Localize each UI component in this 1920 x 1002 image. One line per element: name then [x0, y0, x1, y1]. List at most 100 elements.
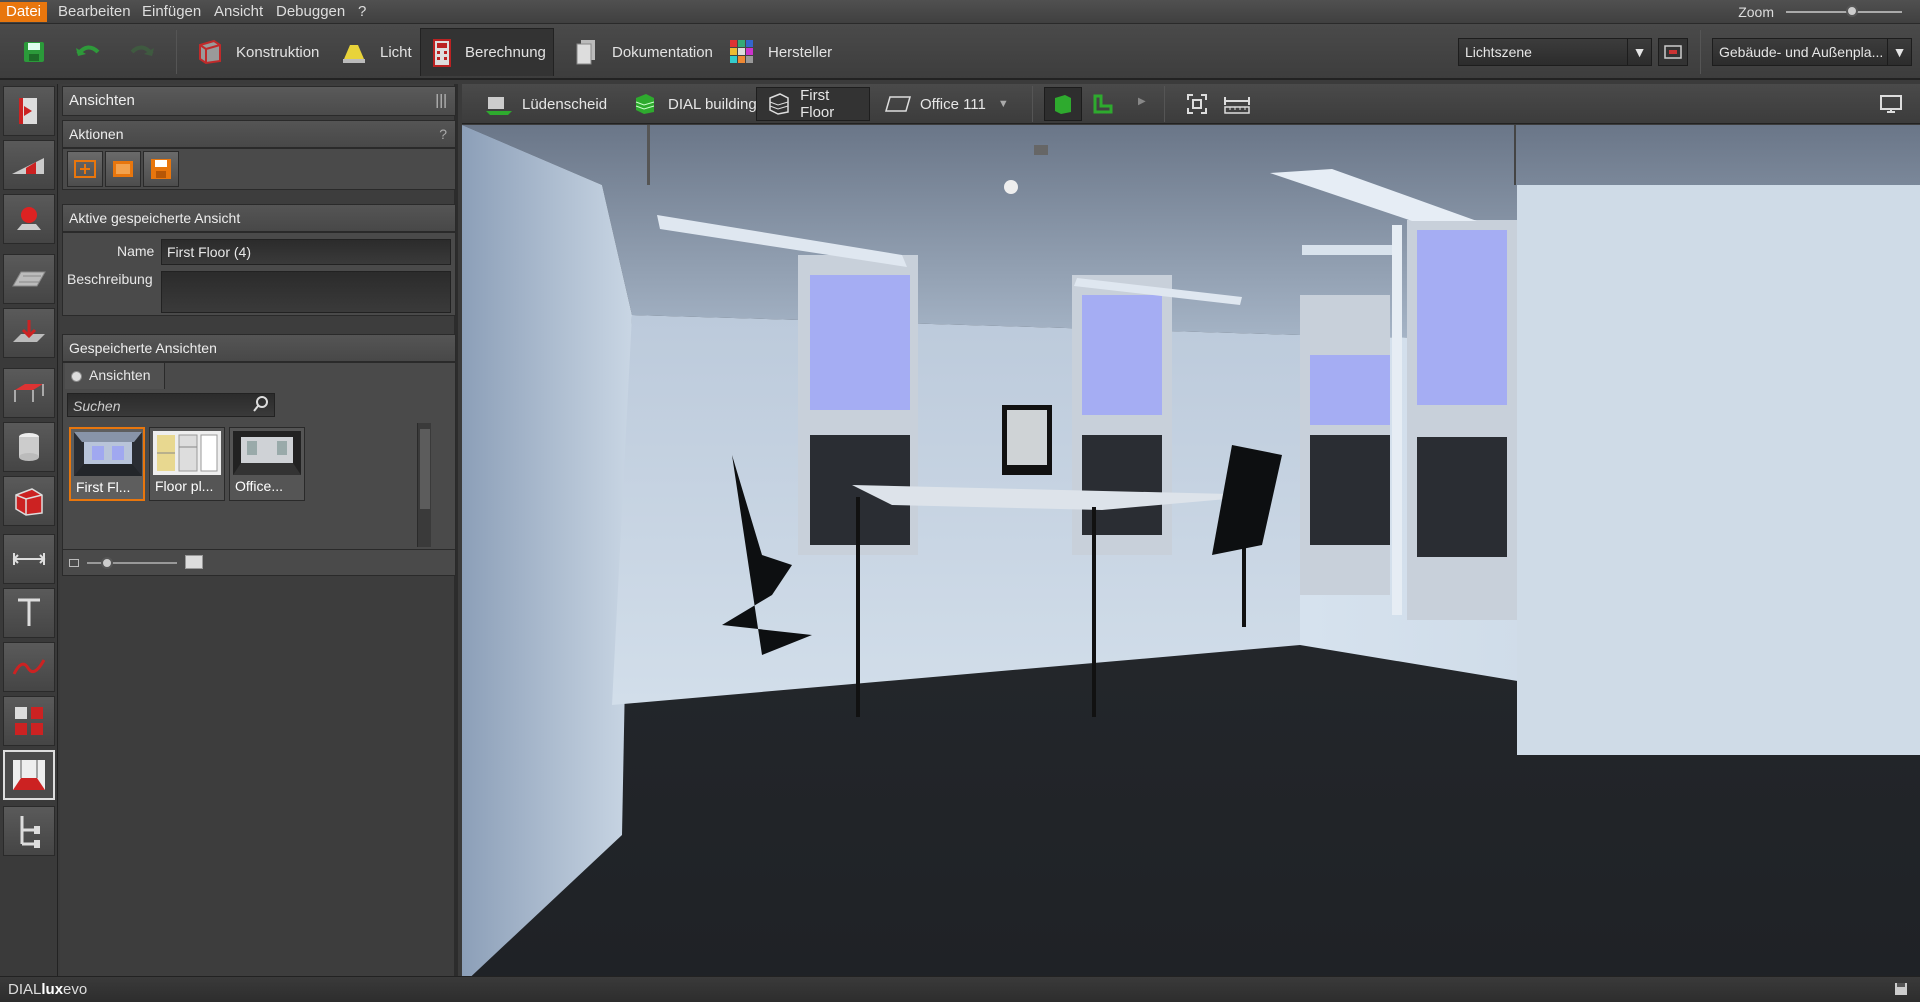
panel-header: Ansichten ||| — [62, 86, 456, 116]
tab-dokumentation[interactable]: Dokumentation — [562, 28, 723, 76]
light-scene-settings-icon[interactable] — [1658, 38, 1688, 66]
tool-dimension-icon[interactable] — [3, 534, 55, 584]
tool-grid-icon[interactable] — [3, 696, 55, 746]
breadcrumb-label: DIAL building — [668, 95, 757, 113]
tool-calc-surface-icon[interactable] — [3, 308, 55, 358]
menu-bearbeiten[interactable]: Bearbeiten — [52, 2, 137, 22]
building-icon — [630, 92, 660, 116]
view-floorplan-button[interactable] — [1084, 87, 1122, 121]
zoom-slider-track[interactable] — [1786, 11, 1902, 13]
actions-title: Aktionen — [69, 126, 124, 142]
panel-grip-icon[interactable]: ||| — [435, 87, 447, 115]
light-scene-select[interactable]: Lichtszene ▼ — [1458, 38, 1652, 66]
tool-views-icon[interactable] — [3, 750, 55, 800]
description-label: Beschreibung — [67, 271, 153, 287]
saved-views-grid: First Fl... Floor pl... Office... — [65, 423, 433, 547]
breadcrumb-label: Lüdenscheid — [522, 95, 608, 113]
views-panel: Ansichten ||| Aktionen ? Aktive gespeich… — [60, 84, 458, 976]
measure-button[interactable] — [1218, 87, 1256, 121]
tab-konstruktion[interactable]: Konstruktion — [186, 28, 329, 76]
tool-floor-icon[interactable] — [3, 254, 55, 304]
menu-datei[interactable]: Datei — [0, 2, 48, 22]
saved-view-thumbnail[interactable]: Floor pl... — [149, 427, 225, 501]
chevron-right-icon[interactable]: ▶ — [1138, 96, 1146, 107]
breadcrumb-building[interactable]: DIAL building — [622, 87, 765, 121]
site-icon — [484, 92, 514, 116]
update-view-button[interactable] — [105, 151, 141, 187]
views-filter-label: Ansichten — [89, 367, 151, 383]
view-3d-button[interactable] — [1044, 87, 1082, 121]
brand-bold: lux — [41, 981, 64, 998]
saved-views-section-header[interactable]: Gespeicherte Ansichten — [62, 334, 456, 362]
add-view-button[interactable] — [67, 151, 103, 187]
actions-section-header[interactable]: Aktionen ? — [62, 120, 456, 148]
save-view-button[interactable] — [143, 151, 179, 187]
large-thumb-size-icon — [185, 555, 203, 569]
tool-text-icon[interactable] — [3, 588, 55, 638]
menu-einfuegen[interactable]: Einfügen — [136, 2, 207, 22]
construction-icon — [196, 38, 224, 66]
building-select[interactable]: Gebäude- und Außenpla... ▼ — [1712, 38, 1912, 66]
tool-cube-icon[interactable] — [3, 476, 55, 526]
brand-suffix: evo — [63, 981, 88, 998]
floor-icon — [765, 92, 792, 116]
tab-hersteller[interactable]: Hersteller — [718, 28, 842, 76]
room-icon — [882, 92, 912, 116]
tab-label: Berechnung — [465, 44, 546, 61]
breadcrumb-room[interactable]: Office 111 ▼ — [874, 87, 1017, 121]
tool-luminaire-icon[interactable] — [3, 194, 55, 244]
help-icon[interactable]: ? — [439, 121, 447, 147]
saved-view-caption: First Fl... — [76, 479, 131, 495]
toolbar-separator — [1032, 86, 1033, 122]
saved-view-caption: Floor pl... — [155, 478, 214, 494]
toolbar-separator — [176, 30, 177, 74]
undo-icon[interactable] — [70, 34, 106, 70]
tool-wall-icon[interactable] — [3, 140, 55, 190]
redo-icon[interactable] — [124, 34, 160, 70]
main-toolbar: Konstruktion Licht Berechnung Dokumentat… — [0, 24, 1920, 80]
saved-views-body: Ansichten Suchen First Fl... Floor pl... — [62, 362, 456, 576]
active-view-body: Name First Floor (4) Beschreibung — [62, 232, 456, 316]
3d-viewport[interactable] — [462, 125, 1920, 976]
tab-label: Hersteller — [768, 43, 833, 61]
zoom-slider-thumb[interactable] — [1846, 5, 1858, 17]
tab-licht[interactable]: Licht — [330, 28, 422, 76]
save-icon[interactable] — [16, 34, 52, 70]
chevron-down-icon: ▼ — [1887, 39, 1911, 65]
search-input[interactable]: Suchen — [67, 393, 275, 417]
view-name-field[interactable]: First Floor (4) — [161, 239, 451, 265]
documentation-icon — [572, 38, 600, 66]
saved-view-thumbnail[interactable]: First Fl... — [69, 427, 145, 501]
chevron-down-icon[interactable]: ▼ — [998, 98, 1009, 110]
menu-help[interactable]: ? — [352, 2, 372, 22]
manufacturer-icon — [728, 38, 756, 66]
fullscreen-icon[interactable] — [1872, 87, 1910, 121]
office-room-render — [462, 125, 1920, 976]
zoom-extents-button[interactable] — [1178, 87, 1216, 121]
tool-hierarchy-icon[interactable] — [3, 806, 55, 856]
thumbnails-scrollbar[interactable] — [417, 423, 431, 547]
tool-curve-icon[interactable] — [3, 642, 55, 692]
menu-debuggen[interactable]: Debuggen — [270, 2, 351, 22]
name-label: Name — [117, 243, 155, 259]
building-select-value: Gebäude- und Außenpla... — [1719, 44, 1884, 60]
menu-ansicht[interactable]: Ansicht — [208, 2, 269, 22]
saved-view-thumbnail[interactable]: Office... — [229, 427, 305, 501]
saved-view-preview-room — [233, 431, 301, 475]
save-icon[interactable] — [1894, 982, 1908, 1000]
scrollbar-thumb[interactable] — [420, 429, 430, 509]
tool-cylinder-icon[interactable] — [3, 422, 55, 472]
thumb-size-slider-thumb[interactable] — [101, 557, 113, 569]
tab-berechnung[interactable]: Berechnung — [420, 28, 554, 76]
search-icon[interactable] — [253, 395, 269, 417]
breadcrumb-floor[interactable]: First Floor — [756, 87, 870, 121]
tool-furniture-icon[interactable] — [3, 368, 55, 418]
app-brand-logo: DIALluxevo — [8, 981, 87, 998]
saved-view-preview-floorplan — [153, 431, 221, 475]
views-filter-tab[interactable]: Ansichten — [65, 363, 165, 389]
tab-label: Konstruktion — [236, 43, 320, 61]
view-description-field[interactable] — [161, 271, 451, 313]
active-view-section-header[interactable]: Aktive gespeicherte Ansicht — [62, 204, 456, 232]
tool-import-icon[interactable] — [3, 86, 55, 136]
breadcrumb-site[interactable]: Lüdenscheid — [476, 87, 615, 121]
